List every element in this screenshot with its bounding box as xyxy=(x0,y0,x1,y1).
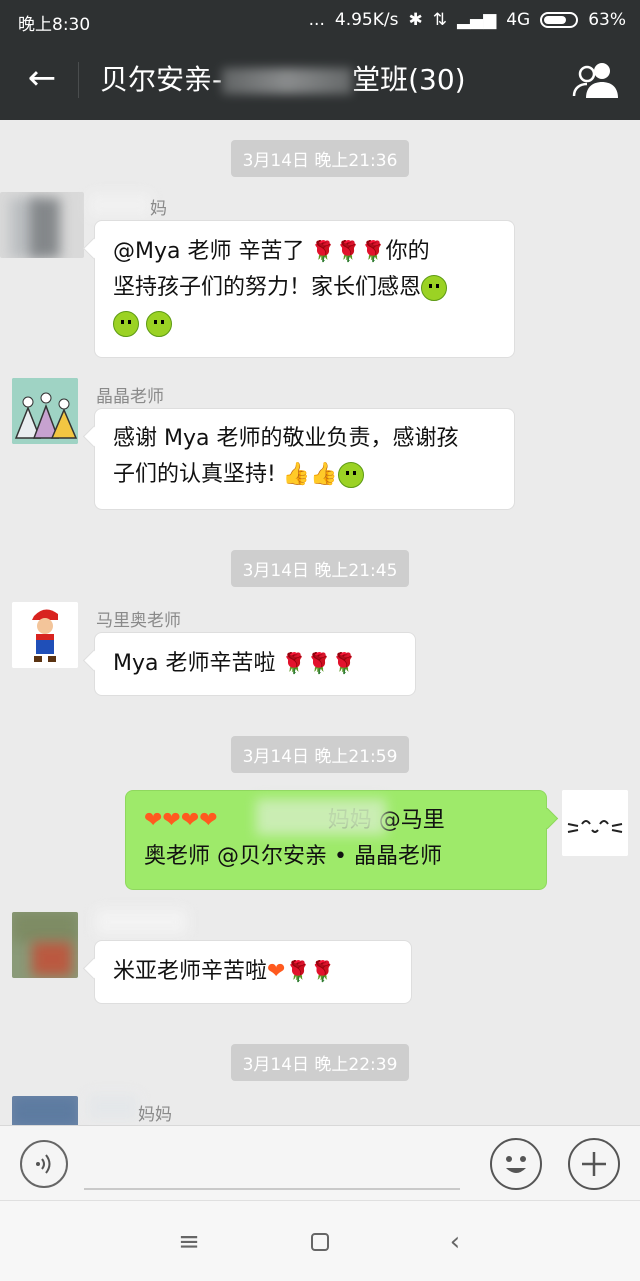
message-text: 坚持孩子们的努力！家长们感恩 xyxy=(113,275,422,300)
battery-percent: 63% xyxy=(588,10,626,30)
sender-name: 妈妈 xyxy=(138,1105,172,1125)
smile-emoji xyxy=(113,311,139,337)
rose-emoji: 🌹🌹🌹 xyxy=(304,239,386,263)
message-text: Mya 老师辛苦啦 xyxy=(113,651,276,676)
system-nav-bar: ≡ ‹ xyxy=(0,1200,640,1281)
network-type: 4G xyxy=(506,10,531,30)
my-message-bubble[interactable]: ❤❤❤❤ 妈妈 @马里 奥老师 @贝尔安亲 • 晶晶老师 xyxy=(125,790,547,890)
avatar[interactable] xyxy=(12,378,78,444)
message-input[interactable] xyxy=(84,1188,460,1190)
redacted-name xyxy=(88,1094,138,1120)
nav-back-icon[interactable]: ‹ xyxy=(440,1227,470,1257)
message-bubble[interactable]: 感谢 Mya 老师的敬业负责，感谢孩 子们的认真坚持! 👍👍 xyxy=(94,408,515,510)
timestamp: 3月14日 晚上21:59 xyxy=(0,736,640,773)
avatar-blurred[interactable] xyxy=(12,912,78,978)
timestamp: 3月14日 晚上21:45 xyxy=(0,550,640,587)
data-arrows-icon: ⇅ xyxy=(432,10,447,30)
signal-icon: ▂▄▆ xyxy=(456,10,497,30)
status-dots: ... xyxy=(308,10,325,30)
avatar-image xyxy=(12,602,78,668)
status-bar: 晚上8:30 ... 4.95K/s ✱ ⇅ ▂▄▆ 4G 63% xyxy=(0,0,640,40)
smile-emoji xyxy=(421,275,448,301)
status-right: ... 4.95K/s ✱ ⇅ ▂▄▆ 4G 63% xyxy=(309,10,626,30)
thumbs-up-emoji: 👍👍 xyxy=(282,462,338,487)
bluetooth-icon: ✱ xyxy=(408,10,423,30)
back-arrow-icon[interactable]: ← xyxy=(22,58,62,98)
chat-title: 贝尔安亲- 堂班(30) xyxy=(100,60,466,100)
redacted-name xyxy=(90,194,150,216)
menu-icon[interactable]: ≡ xyxy=(174,1227,204,1257)
cat-face-icon xyxy=(562,790,628,856)
smile-emoji xyxy=(146,311,172,337)
network-speed: 4.95K/s xyxy=(334,10,399,30)
avatar-image xyxy=(12,378,78,444)
chat-messages[interactable]: 3月14日 晚上21:36 妈 @Mya 老师 辛苦了 🌹🌹🌹你的 坚持孩子们的… xyxy=(0,120,640,1125)
avatar[interactable] xyxy=(12,602,78,668)
redacted-name xyxy=(96,910,186,934)
message-text: 米亚老师辛苦啦 xyxy=(113,959,268,984)
voice-icon[interactable] xyxy=(20,1140,68,1188)
message-bubble[interactable]: @Mya 老师 辛苦了 🌹🌹🌹你的 坚持孩子们的努力！家长们感恩 xyxy=(94,220,515,358)
message-bubble[interactable]: 米亚老师辛苦啦❤🌹🌹 xyxy=(94,940,412,1004)
group-members-icon[interactable] xyxy=(572,60,620,100)
emoji-icon[interactable] xyxy=(490,1138,542,1190)
timestamp: 3月14日 晚上21:36 xyxy=(0,140,640,177)
heart-emoji: ❤❤❤❤ xyxy=(144,808,218,833)
message-text: 感谢 Mya 老师的敬业负责，感谢孩 xyxy=(113,426,459,451)
chat-title-prefix: 贝尔安亲- xyxy=(100,63,223,96)
timestamp: 3月14日 晚上22:39 xyxy=(0,1044,640,1081)
redacted-text xyxy=(256,799,386,835)
sender-name: 马里奥老师 xyxy=(96,611,181,631)
chat-header: ← 贝尔安亲- 堂班(30) xyxy=(0,40,640,120)
status-time: 晚上8:30 xyxy=(18,15,91,35)
avatar-blurred[interactable] xyxy=(0,192,84,258)
message-text: 奥老师 @贝尔安亲 • 晶晶老师 xyxy=(144,844,442,869)
chat-title-suffix: 堂班(30) xyxy=(352,63,466,96)
battery-icon xyxy=(540,12,579,28)
sender-name: 妈 xyxy=(150,199,167,219)
input-bar xyxy=(0,1125,640,1201)
message-text: 子们的认真坚持! xyxy=(113,462,276,487)
plus-icon[interactable] xyxy=(568,1138,620,1190)
header-divider xyxy=(78,62,79,98)
sender-name: 晶晶老师 xyxy=(96,387,164,407)
home-icon[interactable] xyxy=(305,1227,335,1257)
my-avatar[interactable] xyxy=(562,790,628,856)
smile-emoji xyxy=(337,462,364,488)
message-text: @Mya 老师 辛苦了 xyxy=(113,239,305,264)
message-bubble[interactable]: Mya 老师辛苦啦 🌹🌹🌹 xyxy=(94,632,416,696)
redacted-title xyxy=(222,68,353,94)
rose-emoji: 🌹🌹 xyxy=(285,959,336,983)
heart-emoji: ❤ xyxy=(267,959,286,984)
rose-emoji: 🌹🌹🌹 xyxy=(275,651,357,675)
avatar-blurred[interactable] xyxy=(12,1096,78,1125)
